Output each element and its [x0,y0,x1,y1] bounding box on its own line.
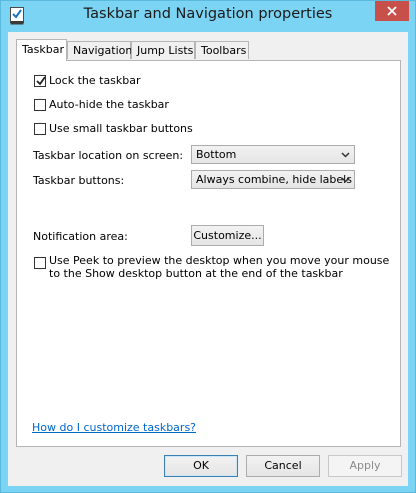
tab-navigation-label: Navigation [73,44,133,57]
customize-button[interactable]: Customize... [191,225,264,246]
lock-taskbar-checkbox[interactable] [34,74,46,87]
taskbar-buttons-value: Always combine, hide labels [196,173,352,186]
properties-window: Taskbar and Navigation properties Taskba… [0,0,416,493]
taskbar-buttons-label: Taskbar buttons: [33,174,125,187]
lock-taskbar-option[interactable]: Lock the taskbar [34,74,141,87]
taskbar-tab-panel: Lock the taskbar Auto-hide the taskbar U… [16,60,401,447]
tab-jump-lists[interactable]: Jump Lists [131,41,195,59]
checkmark-icon [36,75,46,85]
title-bar[interactable]: Taskbar and Navigation properties [1,1,415,32]
peek-label: Use Peek to preview the desktop when you… [49,254,390,280]
close-icon [387,6,397,16]
auto-hide-checkbox[interactable] [34,98,46,111]
apply-button[interactable]: Apply [328,455,402,477]
auto-hide-option[interactable]: Auto-hide the taskbar [34,98,169,111]
dialog-body: Taskbar Navigation Jump Lists Toolbars L… [8,32,408,486]
help-link[interactable]: How do I customize taskbars? [32,421,196,434]
tab-jump-lists-label: Jump Lists [137,44,194,57]
tab-taskbar[interactable]: Taskbar [16,39,67,61]
ok-button[interactable]: OK [164,455,238,477]
taskbar-location-value: Bottom [196,148,237,161]
auto-hide-label: Auto-hide the taskbar [49,98,169,111]
taskbar-buttons-select[interactable]: Always combine, hide labels [191,170,355,189]
small-buttons-label: Use small taskbar buttons [49,122,193,135]
tab-taskbar-label: Taskbar [22,43,64,56]
small-buttons-checkbox[interactable] [34,122,46,135]
close-button[interactable] [375,1,409,21]
chevron-down-icon [341,177,350,183]
lock-taskbar-label: Lock the taskbar [49,74,141,87]
taskbar-location-label: Taskbar location on screen: [33,149,184,162]
taskbar-location-select[interactable]: Bottom [191,145,355,164]
notification-area-label: Notification area: [33,230,128,243]
cancel-button[interactable]: Cancel [246,455,320,477]
small-buttons-option[interactable]: Use small taskbar buttons [34,122,193,135]
peek-checkbox[interactable] [34,257,46,269]
tab-toolbars-label: Toolbars [201,44,247,57]
tab-toolbars[interactable]: Toolbars [195,41,249,59]
tab-navigation[interactable]: Navigation [67,41,133,59]
chevron-down-icon [341,152,350,158]
window-title: Taskbar and Navigation properties [83,6,333,22]
